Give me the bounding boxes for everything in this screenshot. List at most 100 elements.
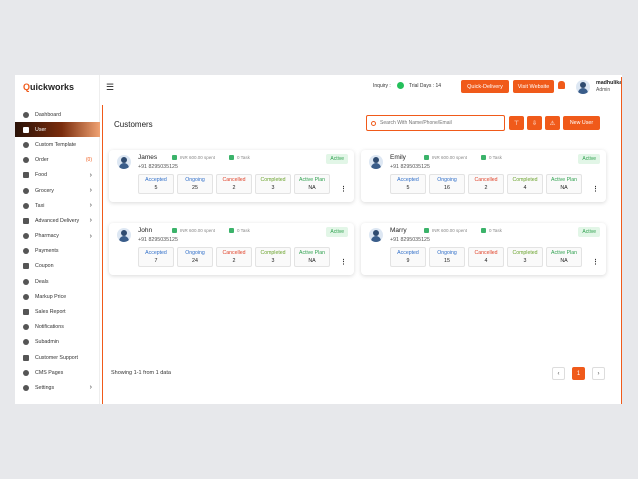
stat-value: 3 (271, 185, 275, 191)
page-title: Customers (114, 120, 153, 129)
customer-card[interactable]: Marry INR 600.00 spent 0 Task +91 829503512… (361, 223, 606, 275)
stat-accepted: Accepted 9 (390, 247, 426, 267)
sidebar-item-custom-template[interactable]: Custom Template (15, 137, 100, 152)
page-1-button[interactable]: 1 (572, 367, 585, 380)
stat-label: Completed (512, 250, 538, 256)
alert-button[interactable]: ⚠ (545, 116, 560, 130)
stat-ongoing: Ongoing 24 (177, 247, 213, 267)
sidebar-item-label: Food (35, 172, 48, 179)
sidebar-item-food[interactable]: Food › (15, 168, 100, 183)
sidebar-item-advanced-delivery[interactable]: Advanced Delivery › (15, 213, 100, 228)
more-options-icon[interactable]: ⋮ (592, 185, 599, 193)
cms-icon (23, 369, 29, 376)
customer-name: James (138, 154, 158, 161)
app-window: Quickworks Dashboard User Custom Template O… (15, 75, 622, 404)
customer-phone: +91 8295035125 (138, 164, 178, 170)
sidebar-item-deals[interactable]: Deals (15, 274, 100, 289)
avatar (369, 228, 383, 242)
stat-label: Completed (260, 177, 286, 183)
avatar[interactable] (576, 80, 590, 94)
search-box[interactable] (366, 115, 505, 131)
bell-icon[interactable] (558, 81, 565, 89)
customer-spent: INR 600.00 spent (424, 228, 467, 233)
stat-label: Active Plan (299, 177, 325, 183)
stat-value: NA (560, 258, 568, 264)
customer-spent: INR 600.00 spent (424, 155, 467, 160)
stat-value: 7 (154, 258, 158, 264)
customer-phone: +91 8295035125 (390, 237, 430, 243)
sidebar-item-pharmacy[interactable]: Pharmacy › (15, 229, 100, 244)
stat-value: 2 (484, 185, 488, 191)
sidebar-item-user[interactable]: User (15, 122, 100, 138)
sidebar-item-taxi[interactable]: Taxi › (15, 198, 100, 213)
sidebar-item-notifications[interactable]: Notifications (15, 320, 100, 335)
sidebar-item-dashboard[interactable]: Dashboard (15, 107, 100, 122)
stat-label: Accepted (145, 250, 167, 256)
avatar (369, 155, 383, 169)
more-options-icon[interactable]: ⋮ (340, 258, 347, 266)
quick-delivery-button[interactable]: Quick-Delivery (461, 80, 509, 93)
stat-active-plan: Active Plan NA (294, 174, 330, 194)
more-options-icon[interactable]: ⋮ (340, 185, 347, 193)
new-user-button[interactable]: New User (563, 116, 600, 130)
stat-completed: Completed 4 (507, 174, 543, 194)
stat-value: NA (308, 258, 316, 264)
sidebar-item-payments[interactable]: Payments (15, 244, 100, 259)
sidebar-item-subadmin[interactable]: Subadmin (15, 335, 100, 350)
menu-icon[interactable]: ☰ (106, 82, 114, 93)
sidebar-item-label: Custom Template (35, 141, 77, 148)
customer-card[interactable]: Emily INR 600.00 spent 0 Task +91 829503512… (361, 150, 606, 202)
food-icon (23, 172, 29, 179)
stat-cancelled: Cancelled 2 (216, 247, 252, 267)
status-badge: Active (326, 227, 348, 237)
sidebar-item-order[interactable]: Order (0) (15, 153, 100, 168)
chevron-right-icon: › (89, 187, 92, 195)
status-badge: Active (578, 154, 600, 164)
sidebar-item-coupon[interactable]: Coupon (15, 259, 100, 274)
grocery-icon (23, 187, 29, 194)
sidebar-item-label: Settings (35, 384, 55, 391)
customer-tasks: 0 Task (229, 155, 250, 160)
user-role: Admin (596, 87, 611, 93)
user-icon (23, 126, 29, 133)
prev-page-button[interactable]: ‹ (552, 367, 565, 380)
stat-label: Accepted (397, 250, 419, 256)
stat-accepted: Accepted 5 (390, 174, 426, 194)
whatsapp-icon[interactable] (397, 82, 404, 89)
stat-value: 5 (406, 185, 410, 191)
customer-tasks: 0 Task (481, 228, 502, 233)
sidebar-item-label: Notifications (35, 324, 64, 331)
sidebar-item-label: Advanced Delivery (35, 217, 80, 224)
export-button[interactable]: ⇩ (527, 116, 542, 130)
stat-label: Cancelled (222, 177, 246, 183)
sidebar-item-cms-pages[interactable]: CMS Pages (15, 365, 100, 380)
visit-website-button[interactable]: Visit Website (513, 80, 554, 93)
stat-value: 2 (232, 185, 236, 191)
sidebar-item-grocery[interactable]: Grocery › (15, 183, 100, 198)
more-options-icon[interactable]: ⋮ (592, 258, 599, 266)
stat-completed: Completed 3 (255, 247, 291, 267)
next-page-button[interactable]: › (592, 367, 605, 380)
sidebar-item-sales-report[interactable]: Sales Report (15, 304, 100, 319)
avatar (117, 155, 131, 169)
customer-name: Marry (390, 227, 407, 234)
status-badge: Active (326, 154, 348, 164)
filter-button[interactable]: ⊤ (509, 116, 524, 130)
sidebar-item-label: Dashboard (35, 111, 61, 118)
sidebar-item-settings[interactable]: Settings › (15, 380, 100, 395)
sidebar-item-markup-price[interactable]: Markup Price (15, 289, 100, 304)
customer-spent: INR 600.00 spent (172, 228, 215, 233)
stat-completed: Completed 3 (255, 174, 291, 194)
stat-value: NA (308, 185, 316, 191)
stat-label: Completed (512, 177, 538, 183)
customer-card[interactable]: James INR 600.00 spent 0 Task +91 829503512… (109, 150, 354, 202)
sidebar-item-label: User (35, 126, 47, 133)
sidebar-item-label: Subadmin (35, 339, 59, 346)
sidebar-item-customer-support[interactable]: Customer Support (15, 350, 100, 365)
stat-accepted: Accepted 7 (138, 247, 174, 267)
search-input[interactable] (380, 120, 500, 126)
customer-card[interactable]: John INR 600.00 spent 0 Task +91 8295035125… (109, 223, 354, 275)
sidebar-item-label: Order (35, 157, 49, 164)
coupon-icon (23, 263, 29, 270)
status-badge: Active (578, 227, 600, 237)
